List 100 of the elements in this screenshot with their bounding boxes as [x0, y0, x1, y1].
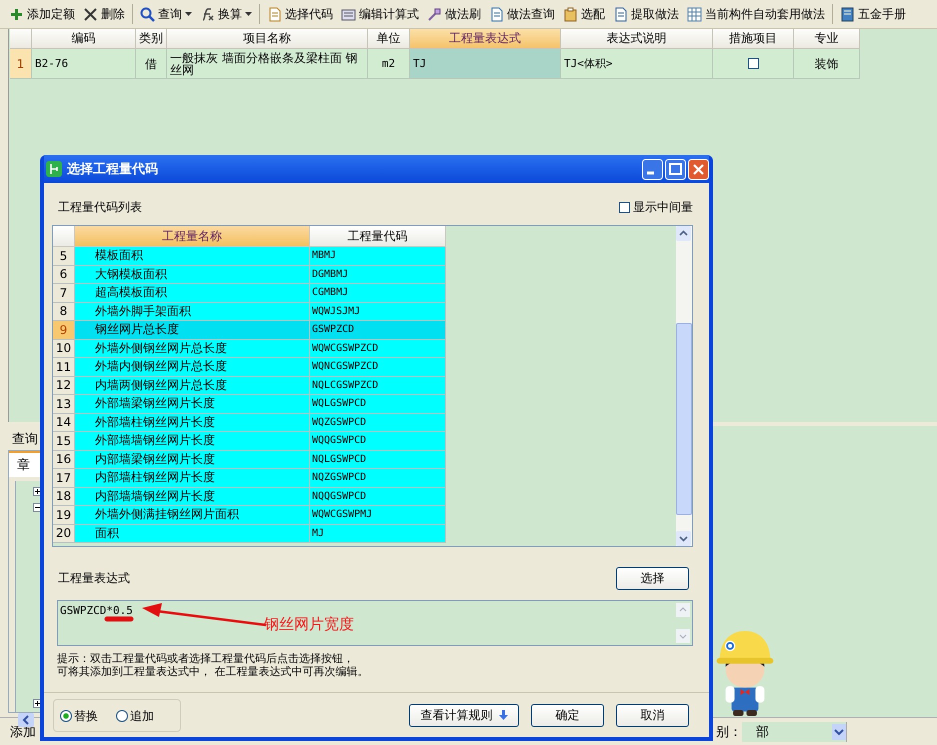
table-cell[interactable]: MJ: [310, 524, 446, 543]
expand-icon[interactable]: [33, 699, 42, 708]
table-cell[interactable]: GSWPZCD: [310, 321, 446, 340]
table-cell[interactable]: DGMBMJ: [310, 266, 446, 284]
table-cell[interactable]: 内部墙柱钢丝网片长度: [75, 469, 310, 488]
toolbar-button[interactable]: 选择代码: [264, 4, 336, 24]
checkbox-option[interactable]: 显示中间量: [619, 199, 693, 216]
table-cell[interactable]: 内部墙墙钢丝网片长度: [75, 488, 310, 506]
table-cell: 一般抹灰 墙面分格嵌条及梁柱面 钢丝网: [167, 49, 368, 79]
table-cell[interactable]: WQQGSWPCD: [310, 432, 446, 450]
row-number: 9: [53, 321, 75, 340]
toolbar-button[interactable]: 查询: [137, 4, 195, 24]
app-icon: [46, 161, 62, 177]
table-cell[interactable]: 超高模板面积: [75, 284, 310, 302]
toolbar-button[interactable]: 选配: [560, 4, 608, 24]
table-cell[interactable]: NQLCGSWPZCD: [310, 376, 446, 395]
table-cell[interactable]: 内墙两侧钢丝网片总长度: [75, 376, 310, 395]
section-label: 工程量表达式: [58, 570, 130, 587]
table-cell[interactable]: 大钢模板面积: [75, 266, 310, 284]
collapse-icon[interactable]: [33, 503, 42, 512]
dialog-button[interactable]: 取消: [616, 704, 689, 726]
column-header[interactable]: 工程量表达式: [410, 29, 561, 49]
table-cell: 借: [136, 49, 167, 79]
table-cell[interactable]: WQWJSJMJ: [310, 302, 446, 321]
table-cell[interactable]: WQWCGSWPMJ: [310, 506, 446, 524]
toolbar-button[interactable]: 添加定额: [6, 4, 78, 24]
close-button[interactable]: [688, 158, 709, 180]
table-cell: B2-76: [32, 49, 136, 79]
dialog-button[interactable]: 查看计算规则: [409, 704, 519, 726]
radio-option[interactable]: 追加: [116, 708, 154, 724]
table-cell[interactable]: MBMJ: [310, 247, 446, 266]
toolbar-button[interactable]: 换算: [197, 4, 255, 24]
clipboard-icon: [563, 6, 578, 22]
scrollbar[interactable]: [676, 226, 692, 546]
filter-dropdown[interactable]: 部: [742, 722, 847, 742]
down-arrow-icon: [498, 710, 508, 720]
toolbar-button[interactable]: 删除: [80, 4, 128, 24]
dialog-button[interactable]: 确定: [531, 704, 604, 726]
column-header[interactable]: 项目名称: [167, 29, 368, 49]
table-cell[interactable]: NQZGSWPCD: [310, 469, 446, 488]
plus-icon: [9, 6, 24, 22]
table-cell[interactable]: 内部墙梁钢丝网片长度: [75, 450, 310, 469]
table-cell[interactable]: 外部墙墙钢丝网片长度: [75, 432, 310, 450]
table-cell[interactable]: 面积: [75, 524, 310, 543]
corner-cell: [53, 226, 75, 247]
table-cell[interactable]: 模板面积: [75, 247, 310, 266]
toolbar-button[interactable]: 编辑计算式: [338, 4, 422, 24]
table-cell[interactable]: WQZGSWPCD: [310, 414, 446, 432]
radio-option[interactable]: 替换: [60, 708, 98, 724]
table-cell[interactable]: WQWCGSWPZCD: [310, 340, 446, 358]
tab[interactable]: 章: [9, 451, 40, 477]
row-number: 20: [53, 524, 75, 543]
row-number: 18: [53, 488, 75, 506]
table-cell[interactable]: 外部墙梁钢丝网片长度: [75, 395, 310, 414]
table-cell[interactable]: 外部墙柱钢丝网片长度: [75, 414, 310, 432]
table-cell[interactable]: 外墙外侧满挂钢丝网片面积: [75, 506, 310, 524]
panel-tab[interactable]: 查询: [8, 426, 40, 450]
row-number: 12: [53, 376, 75, 395]
table-cell[interactable]: 钢丝网片总长度: [75, 321, 310, 340]
scroll-up-icon[interactable]: [676, 226, 691, 241]
table-cell[interactable]: WQLGSWPCD: [310, 395, 446, 414]
table-cell: 装饰: [794, 49, 860, 79]
scroll-down-icon[interactable]: [676, 531, 691, 546]
toolbar-button[interactable]: 当前构件自动套用做法: [684, 4, 828, 24]
table-cell[interactable]: CGMBMJ: [310, 284, 446, 302]
table-cell: TJ<体积>: [561, 49, 713, 79]
table-cell: TJ: [410, 49, 561, 79]
row-number: 17: [53, 469, 75, 488]
maximize-button[interactable]: [665, 158, 686, 180]
toolbar-button[interactable]: 做法刷: [424, 4, 484, 24]
table-cell[interactable]: NQLGSWPCD: [310, 450, 446, 469]
table-cell[interactable]: 外墙内侧钢丝网片总长度: [75, 358, 310, 376]
expand-icon[interactable]: [33, 487, 42, 496]
column-header[interactable]: 表达式说明: [561, 29, 713, 49]
column-header[interactable]: 编码: [32, 29, 136, 49]
scroll-thumb[interactable]: [676, 323, 692, 515]
column-header[interactable]: 措施项目: [713, 29, 794, 49]
select-button[interactable]: 选择: [616, 567, 689, 590]
row-number: 13: [53, 395, 75, 414]
table-cell[interactable]: WQNCGSWPZCD: [310, 358, 446, 376]
row-number: 14: [53, 414, 75, 432]
table-cell[interactable]: 外墙外脚手架面积: [75, 302, 310, 321]
column-header[interactable]: 单位: [368, 29, 410, 49]
grid-icon: [687, 6, 702, 22]
checkbox[interactable]: [748, 58, 758, 69]
cross-icon: [83, 6, 98, 22]
scroll-left-icon[interactable]: [18, 713, 34, 727]
column-header[interactable]: 专业: [794, 29, 860, 49]
brush-icon: [427, 6, 442, 22]
table-cell[interactable]: 外墙外侧钢丝网片总长度: [75, 340, 310, 358]
toolbar-button[interactable]: 做法查询: [486, 4, 558, 24]
column-header[interactable]: 工程量名称: [75, 226, 310, 247]
toolbar-button[interactable]: 五金手册: [837, 4, 909, 24]
toolbar-button[interactable]: 提取做法: [610, 4, 682, 24]
column-header[interactable]: 类别: [136, 29, 167, 49]
column-header[interactable]: 工程量代码: [310, 226, 446, 247]
row-number: 11: [53, 358, 75, 376]
minimize-button[interactable]: [642, 158, 663, 180]
table-cell[interactable]: NQQGSWPCD: [310, 488, 446, 506]
window-title: 选择工程量代码: [67, 161, 158, 178]
